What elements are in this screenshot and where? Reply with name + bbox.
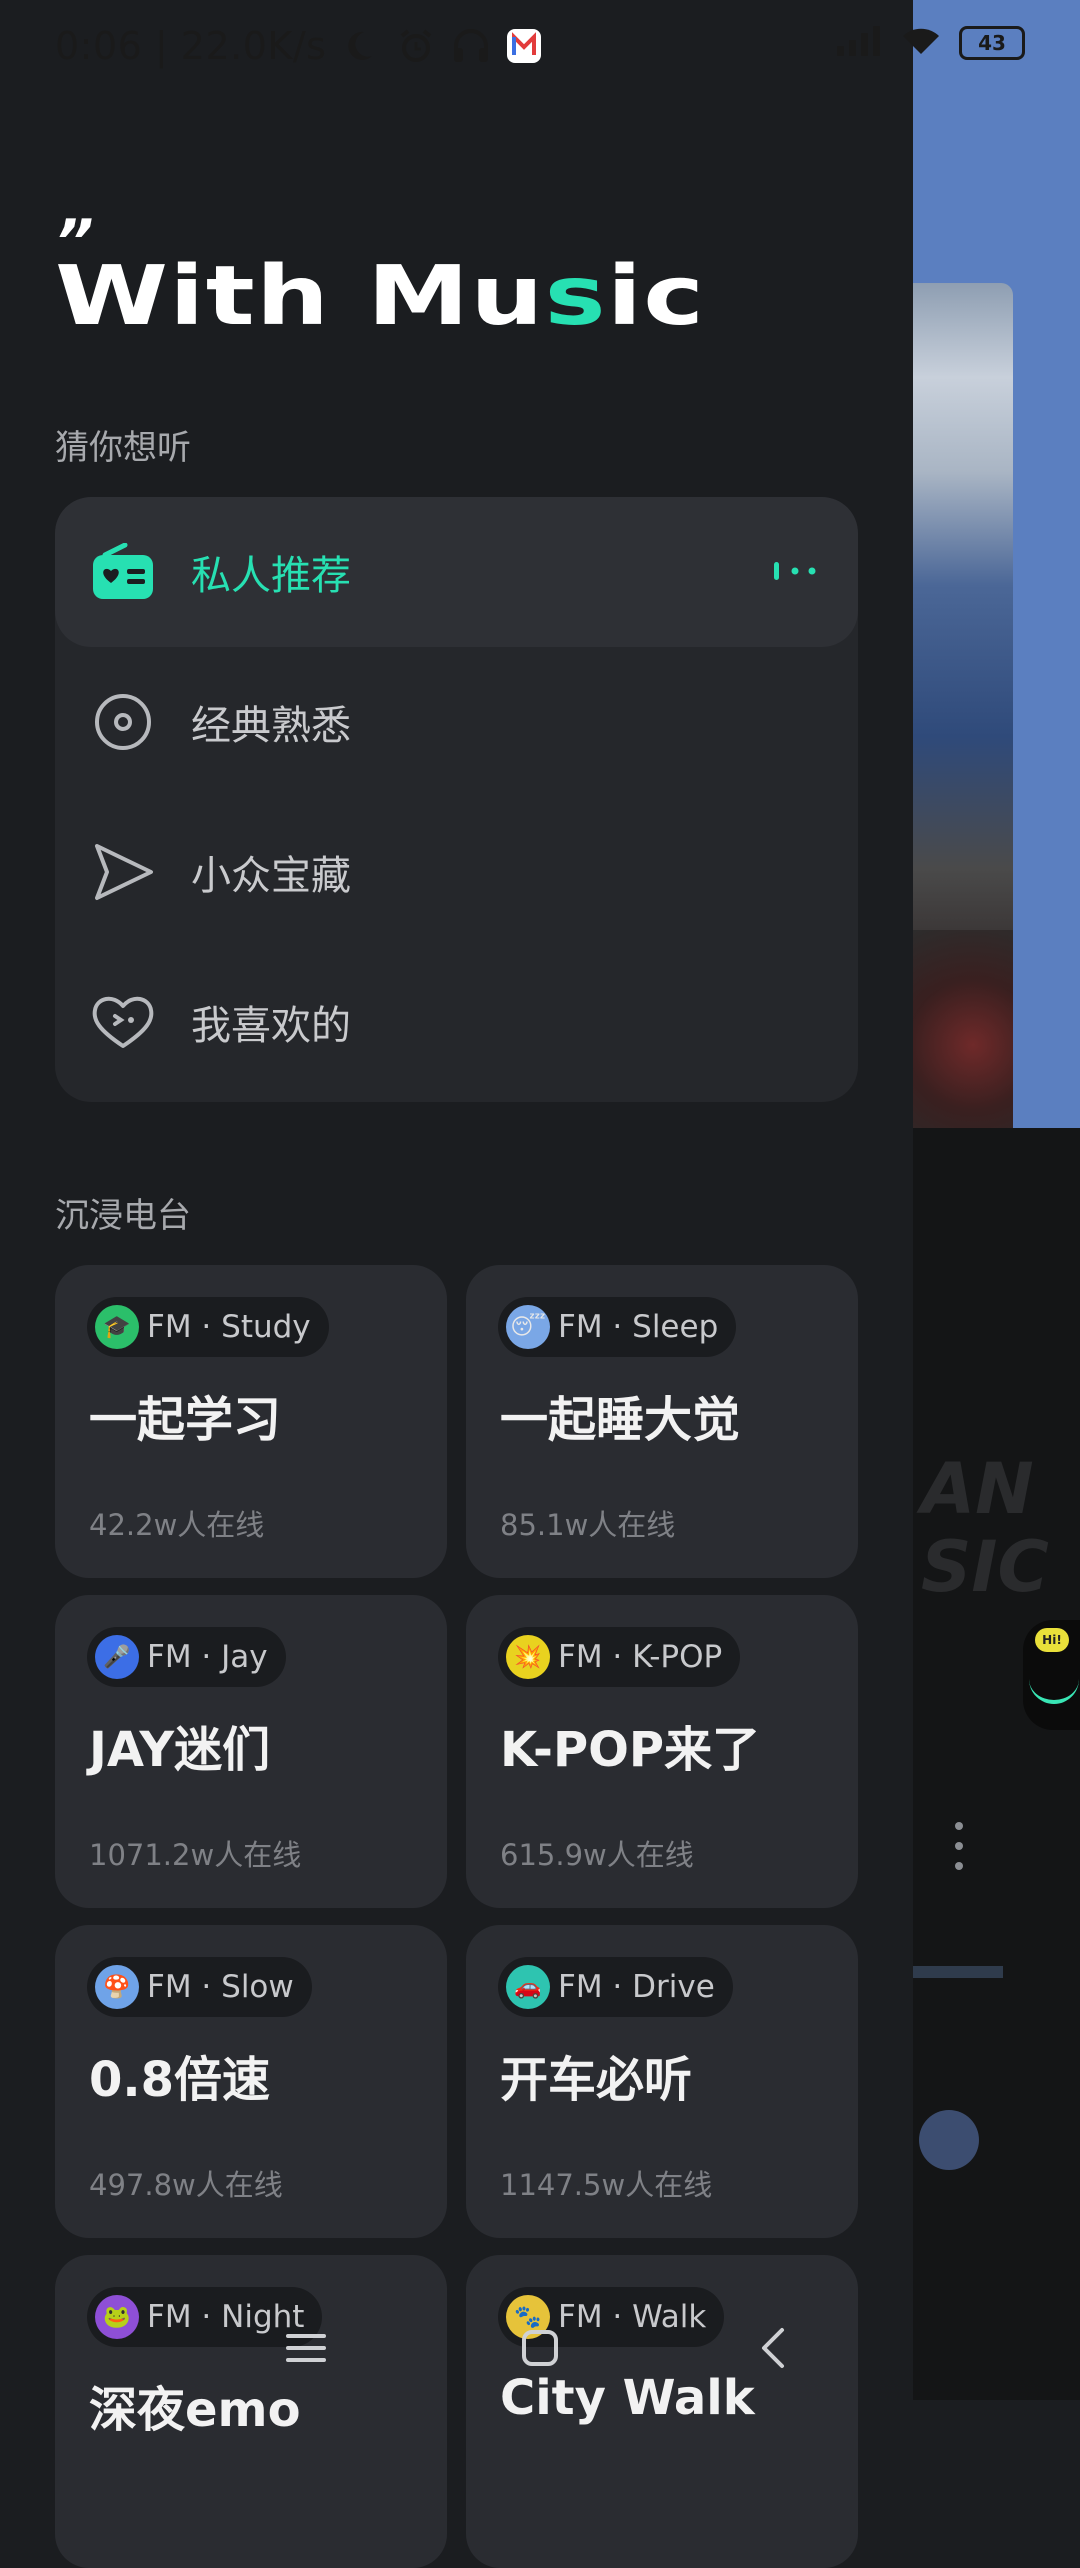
radio-card-kpop[interactable]: 💥 FM · K-POP K-POP来了 615.9w人在线 <box>466 1595 858 1908</box>
radio-chip: 💥 FM · K-POP <box>498 1627 741 1687</box>
explosion-icon: 💥 <box>506 1635 550 1679</box>
logo-title: With Music <box>55 249 706 344</box>
peek-more-icon[interactable] <box>955 1822 965 1882</box>
status-time-speed: 0:06 | 22.0K/s <box>55 24 327 68</box>
radio-online-count: 85.1w人在线 <box>500 1508 676 1542</box>
sleepy-face-icon: 😴 <box>506 1305 550 1349</box>
radio-chip: 🎓 FM · Study <box>87 1297 329 1357</box>
peek-round-button-icon[interactable] <box>919 2110 979 2170</box>
radio-chip: 🎤 FM · Jay <box>87 1627 286 1687</box>
list-item-niche[interactable]: 小众宝藏 <box>55 797 858 947</box>
status-left: 0:06 | 22.0K/s <box>55 24 542 68</box>
radio-card-study[interactable]: 🎓 FM · Study 一起学习 42.2w人在线 <box>55 1265 447 1578</box>
radio-name: JAY迷们 <box>89 1722 271 1778</box>
signal-icon <box>837 26 883 60</box>
back-icon[interactable] <box>744 2318 804 2378</box>
heart-icon <box>91 990 155 1054</box>
alarm-icon <box>398 28 434 64</box>
list-item-label: 私人推荐 <box>191 553 351 599</box>
list-item-personal-recommend[interactable]: 私人推荐 <box>55 497 858 647</box>
side-drawer: ” With Music 猜你想听 私人推荐 经典熟悉 小众宝藏 我喜欢的 沉浸… <box>0 0 913 2568</box>
radio-online-count: 1147.5w人在线 <box>500 2168 713 2202</box>
radio-name: 一起学习 <box>89 1392 282 1448</box>
status-bar: 0:06 | 22.0K/s 43 <box>0 0 1080 98</box>
hi-bubble-icon: Hi! <box>1035 1628 1069 1652</box>
guess-list: 私人推荐 经典熟悉 小众宝藏 我喜欢的 <box>55 497 858 1102</box>
radio-chip: 🚗 FM · Drive <box>498 1957 733 2017</box>
list-item-label: 经典熟悉 <box>191 703 351 749</box>
radio-online-count: 42.2w人在线 <box>89 1508 265 1542</box>
disc-icon <box>91 690 155 754</box>
wifi-icon <box>901 26 941 60</box>
radio-card-sleep[interactable]: 😴 FM · Sleep 一起睡大觉 85.1w人在线 <box>466 1265 858 1578</box>
status-right: 43 <box>837 26 1025 60</box>
microphone-icon: 🎤 <box>95 1635 139 1679</box>
peek-faded-text: AN SIC <box>921 1448 1049 1608</box>
guess-section-title: 猜你想听 <box>55 428 191 468</box>
radio-online-count: 615.9w人在线 <box>500 1838 694 1872</box>
home-icon[interactable] <box>510 2318 570 2378</box>
headphones-icon <box>452 28 489 64</box>
radio-card-jay[interactable]: 🎤 FM · Jay JAY迷们 1071.2w人在线 <box>55 1595 447 1908</box>
radio-chip: 😴 FM · Sleep <box>498 1297 737 1357</box>
background-app-peek[interactable]: AN SIC Hi! <box>913 0 1080 2400</box>
battery-icon: 43 <box>959 26 1025 60</box>
radio-section-title: 沉浸电台 <box>55 1196 191 1236</box>
mushroom-icon: 🍄 <box>95 1965 139 2009</box>
peek-progress-bar <box>913 1966 1003 1978</box>
graduation-cap-icon: 🎓 <box>95 1305 139 1349</box>
radio-name: K-POP来了 <box>500 1722 761 1778</box>
peek-flowers <box>913 930 1013 1160</box>
peek-dark-area <box>913 1128 1080 2400</box>
radio-name: 一起睡大觉 <box>500 1392 741 1448</box>
playing-indicator-icon <box>772 559 818 583</box>
moon-icon <box>344 28 380 64</box>
paper-plane-icon <box>91 840 155 904</box>
radio-name: 0.8倍速 <box>89 2052 271 2108</box>
radio-icon <box>91 540 155 604</box>
list-item-label: 小众宝藏 <box>191 853 351 899</box>
menu-icon[interactable] <box>276 2318 336 2378</box>
car-icon: 🚗 <box>506 1965 550 2009</box>
list-item-favorites[interactable]: 我喜欢的 <box>55 947 858 1097</box>
radio-online-count: 497.8w人在线 <box>89 2168 283 2202</box>
radio-chip: 🍄 FM · Slow <box>87 1957 312 2017</box>
app-notification-icon <box>506 28 542 64</box>
list-item-label: 我喜欢的 <box>191 1003 351 1049</box>
radio-card-slow[interactable]: 🍄 FM · Slow 0.8倍速 497.8w人在线 <box>55 1925 447 2238</box>
list-item-classic[interactable]: 经典熟悉 <box>55 647 858 797</box>
radio-online-count: 1071.2w人在线 <box>89 1838 302 1872</box>
radio-name: 开车必听 <box>500 2052 693 2108</box>
app-logo: ” With Music <box>55 212 704 338</box>
system-nav-bar <box>0 2290 1080 2400</box>
peek-hi-mascot-icon[interactable]: Hi! <box>1023 1620 1080 1730</box>
radio-card-drive[interactable]: 🚗 FM · Drive 开车必听 1147.5w人在线 <box>466 1925 858 2238</box>
smile-icon <box>1029 1660 1079 1704</box>
